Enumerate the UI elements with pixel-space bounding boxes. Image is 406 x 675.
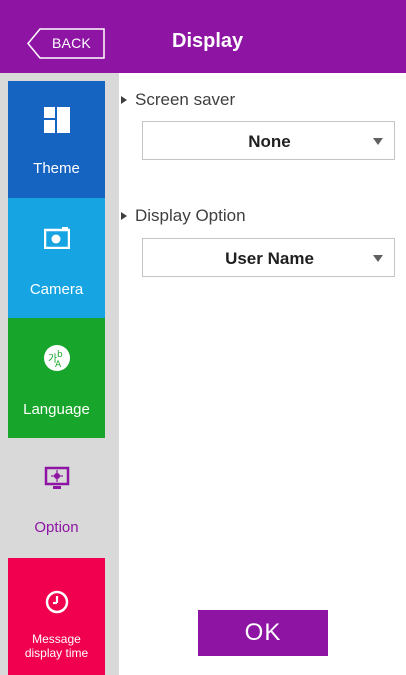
svg-text:b: b [57,350,63,360]
sidebar-item-camera[interactable]: Camera [8,198,105,318]
screen-saver-select[interactable]: None [142,121,395,160]
sidebar-item-label: Language [23,401,90,418]
bullet-triangle-icon [121,96,127,104]
language-icon: 가 b A [8,344,105,377]
sidebar-item-label: Theme [33,160,80,177]
back-button-label: BACK [52,35,91,51]
sidebar-item-label: Camera [29,281,84,298]
ok-button[interactable]: OK [198,610,328,656]
header-bar: BACK Display [0,0,406,73]
sidebar-item-message-display-time[interactable]: Message display time [8,558,105,675]
screen-saver-label: Screen saver [135,90,236,109]
sidebar-item-theme[interactable]: Theme [8,81,105,198]
display-option-label: Display Option [135,206,246,225]
screen-saver-value: None [248,132,291,151]
sidebar-item-language[interactable]: 가 b A Language [8,318,105,438]
display-option-select[interactable]: User Name [142,238,395,277]
page-title: Display [172,30,244,52]
sidebar-item-label-line1: Message [32,632,81,646]
bullet-triangle-icon [121,212,127,220]
back-button[interactable]: BACK [27,28,106,59]
sidebar-item-label-line2: display time [24,646,89,660]
svg-text:A: A [55,360,62,370]
sidebar-item-label: Message display time [8,632,105,660]
dropdown-arrow-icon [373,255,383,262]
clock-icon [8,590,105,619]
option-icon [8,466,105,497]
sidebar-item-label: Option [34,519,79,536]
main-content [119,73,406,675]
camera-icon [8,227,105,254]
display-option-value: User Name [225,249,314,268]
theme-icon [8,107,105,138]
dropdown-arrow-icon [373,138,383,145]
sidebar-item-option[interactable]: Option [8,438,105,558]
